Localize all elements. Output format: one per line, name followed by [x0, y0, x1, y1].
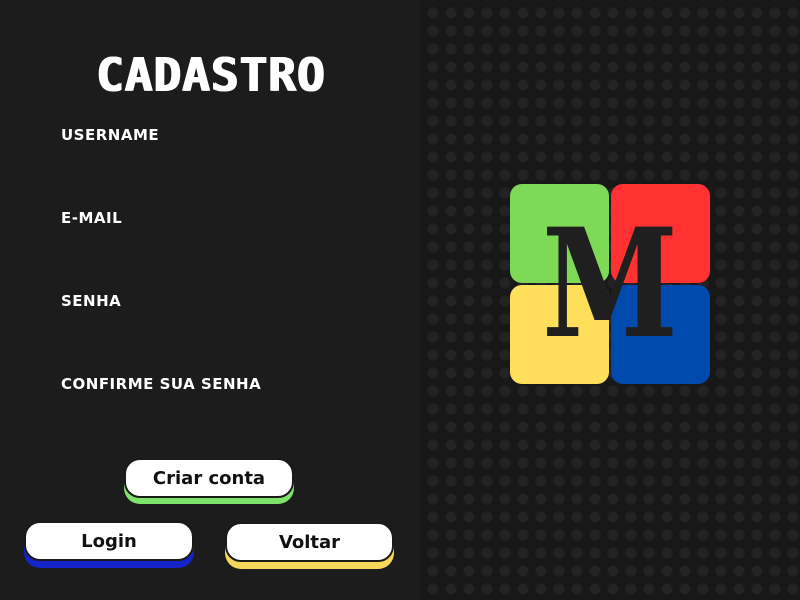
password-field[interactable]	[61, 316, 361, 346]
password-label: SENHA	[61, 292, 122, 310]
confirm-password-label: CONFIRME SUA SENHA	[61, 375, 262, 393]
page-title: CADASTRO	[95, 48, 325, 102]
email-field[interactable]	[61, 233, 361, 263]
username-label: USERNAME	[61, 126, 160, 144]
logo-letter: M	[541, 196, 679, 372]
login-button[interactable]: Login	[24, 521, 194, 561]
username-field[interactable]	[61, 150, 361, 180]
app-logo: M	[509, 183, 711, 385]
confirm-password-field[interactable]	[61, 399, 361, 429]
back-button[interactable]: Voltar	[225, 522, 394, 562]
signup-panel: CADASTRO USERNAME E-MAIL SENHA CONFIRME …	[0, 0, 420, 600]
create-account-button[interactable]: Criar conta	[124, 458, 294, 498]
email-label: E-MAIL	[61, 209, 123, 227]
